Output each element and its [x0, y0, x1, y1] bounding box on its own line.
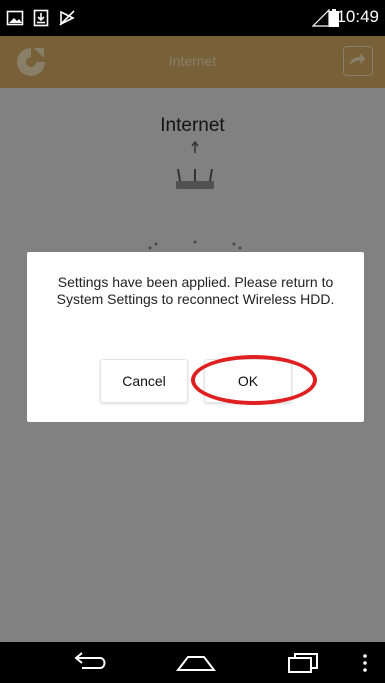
confirmation-dialog: Settings have been applied. Please retur…: [27, 252, 364, 422]
dialog-message: Settings have been applied. Please retur…: [56, 274, 335, 307]
signal-icon: [312, 9, 330, 27]
navigation-bar: [0, 642, 385, 683]
ok-button[interactable]: OK: [204, 359, 292, 403]
image-icon: [6, 10, 24, 26]
menu-icon[interactable]: [360, 652, 370, 674]
clock: 10:49: [336, 7, 379, 26]
cancel-button[interactable]: Cancel: [100, 359, 188, 403]
recent-apps-icon[interactable]: [285, 652, 321, 674]
home-icon[interactable]: [174, 652, 218, 674]
no-data-icon: [59, 10, 75, 26]
download-icon: [33, 9, 49, 27]
back-icon[interactable]: [70, 652, 110, 674]
status-bar: 10:49: [0, 0, 385, 36]
